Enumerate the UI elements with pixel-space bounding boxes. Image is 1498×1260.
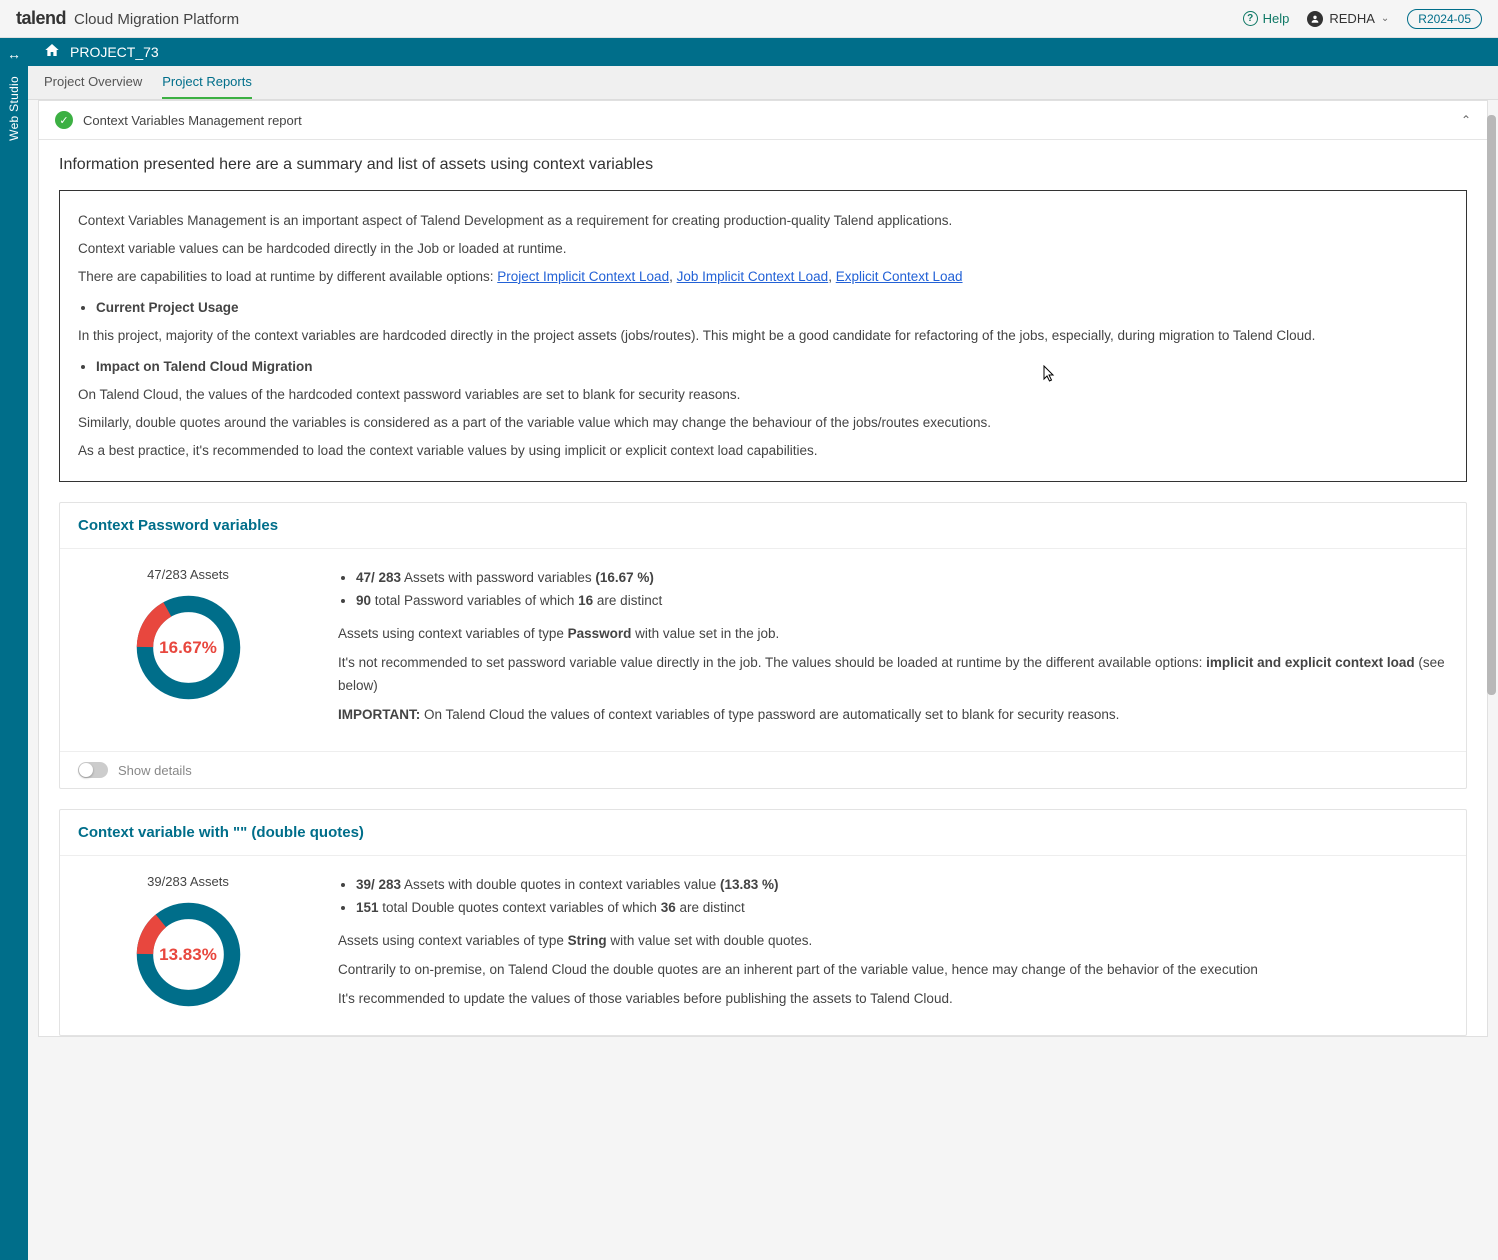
tabs-bar: Project Overview Project Reports (28, 66, 1498, 100)
home-icon[interactable] (44, 42, 60, 62)
user-menu[interactable]: REDHA ⌄ (1307, 11, 1389, 27)
content-scroll[interactable]: ✓ Context Variables Management report ⌃ … (28, 100, 1498, 1260)
show-details-toggle[interactable] (78, 762, 108, 778)
chevron-up-icon[interactable]: ⌃ (1461, 113, 1471, 127)
donut-label: 47/283 Assets (147, 567, 229, 582)
check-icon: ✓ (55, 111, 73, 129)
info-p1: Context Variables Management is an impor… (78, 210, 1448, 233)
report-header[interactable]: ✓ Context Variables Management report ⌃ (39, 101, 1487, 140)
card-title: Context Password variables (60, 503, 1466, 549)
help-icon: ? (1243, 11, 1258, 26)
expand-rail-icon[interactable]: ↔ (7, 46, 21, 62)
brand: talend Cloud Migration Platform (16, 8, 239, 29)
help-label: Help (1263, 11, 1290, 26)
card-title: Context variable with "" (double quotes) (60, 810, 1466, 856)
impact-p3: As a best practice, it's recommended to … (78, 440, 1448, 463)
impact-p2: Similarly, double quotes around the vari… (78, 412, 1448, 435)
chevron-down-icon: ⌄ (1381, 13, 1389, 24)
info-p2: Context variable values can be hardcoded… (78, 238, 1448, 261)
show-details-row: Show details (60, 751, 1466, 788)
project-bar: PROJECT_73 (28, 38, 1498, 66)
donut-label: 39/283 Assets (147, 874, 229, 889)
donut-percent: 16.67% (131, 590, 246, 705)
left-rail: ↔ Web Studio (0, 38, 28, 1260)
rail-label[interactable]: Web Studio (7, 76, 21, 141)
tab-project-reports[interactable]: Project Reports (162, 66, 252, 99)
info-p3: There are capabilities to load at runtim… (78, 266, 1448, 289)
project-name[interactable]: PROJECT_73 (70, 44, 159, 60)
donut-chart-quotes: 13.83% (131, 897, 246, 1012)
release-badge[interactable]: R2024-05 (1407, 9, 1482, 29)
link-project-implicit[interactable]: Project Implicit Context Load (497, 269, 669, 284)
toggle-label: Show details (118, 763, 192, 778)
card-double-quotes: Context variable with "" (double quotes)… (59, 809, 1467, 1036)
impact-heading: Impact on Talend Cloud Migration (96, 356, 1448, 379)
card-details: 47/ 283 Assets with password variables (… (338, 567, 1448, 733)
tab-project-overview[interactable]: Project Overview (44, 66, 142, 99)
report-title: Context Variables Management report (83, 113, 302, 128)
user-name: REDHA (1329, 11, 1375, 26)
user-icon (1307, 11, 1323, 27)
donut-chart-password: 16.67% (131, 590, 246, 705)
usage-heading: Current Project Usage (96, 297, 1448, 320)
scrollbar-thumb[interactable] (1487, 115, 1496, 695)
top-bar: talend Cloud Migration Platform ? Help R… (0, 0, 1498, 38)
link-explicit[interactable]: Explicit Context Load (836, 269, 963, 284)
link-job-implicit[interactable]: Job Implicit Context Load (677, 269, 829, 284)
info-box: Context Variables Management is an impor… (59, 190, 1467, 482)
brand-subtitle: Cloud Migration Platform (74, 11, 239, 28)
card-password-vars: Context Password variables 47/283 Assets… (59, 502, 1467, 789)
report-summary: Information presented here are a summary… (39, 140, 1487, 190)
donut-percent: 13.83% (131, 897, 246, 1012)
brand-logo: talend (16, 8, 66, 29)
help-link[interactable]: ? Help (1243, 11, 1290, 26)
card-details: 39/ 283 Assets with double quotes in con… (338, 874, 1448, 1017)
usage-p: In this project, majority of the context… (78, 325, 1448, 348)
impact-p1: On Talend Cloud, the values of the hardc… (78, 384, 1448, 407)
